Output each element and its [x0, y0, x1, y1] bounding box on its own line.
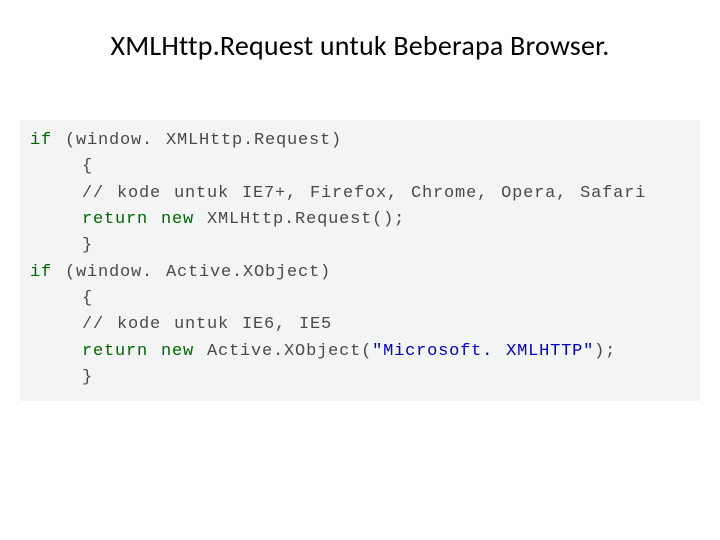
code-text: {	[30, 289, 93, 308]
code-text: (window. Active.XObject)	[52, 263, 331, 282]
code-text: XMLHttp.Request();	[194, 210, 405, 229]
code-text: );	[594, 342, 616, 361]
code-text: {	[30, 157, 93, 176]
code-keyword: return new	[82, 342, 194, 361]
code-comment: // kode untuk IE6, IE5	[30, 315, 332, 334]
code-text: Active.XObject(	[194, 342, 372, 361]
code-text: }	[30, 368, 93, 387]
code-text	[30, 342, 82, 361]
slide: XMLHttp.Request untuk Beberapa Browser. …	[0, 0, 720, 540]
code-keyword: if	[30, 131, 52, 150]
code-text: (window. XMLHttp.Request)	[52, 131, 342, 150]
slide-title: XMLHttp.Request untuk Beberapa Browser.	[0, 28, 720, 63]
code-string: "Microsoft. XMLHTTP"	[372, 342, 594, 361]
code-comment: // kode untuk IE7+, Firefox, Chrome, Ope…	[30, 184, 646, 203]
code-keyword: if	[30, 263, 52, 282]
code-text	[30, 210, 82, 229]
code-block: if (window. XMLHttp.Request) { // kode u…	[20, 120, 700, 401]
code-text: }	[30, 236, 93, 255]
code-keyword: return new	[82, 210, 194, 229]
